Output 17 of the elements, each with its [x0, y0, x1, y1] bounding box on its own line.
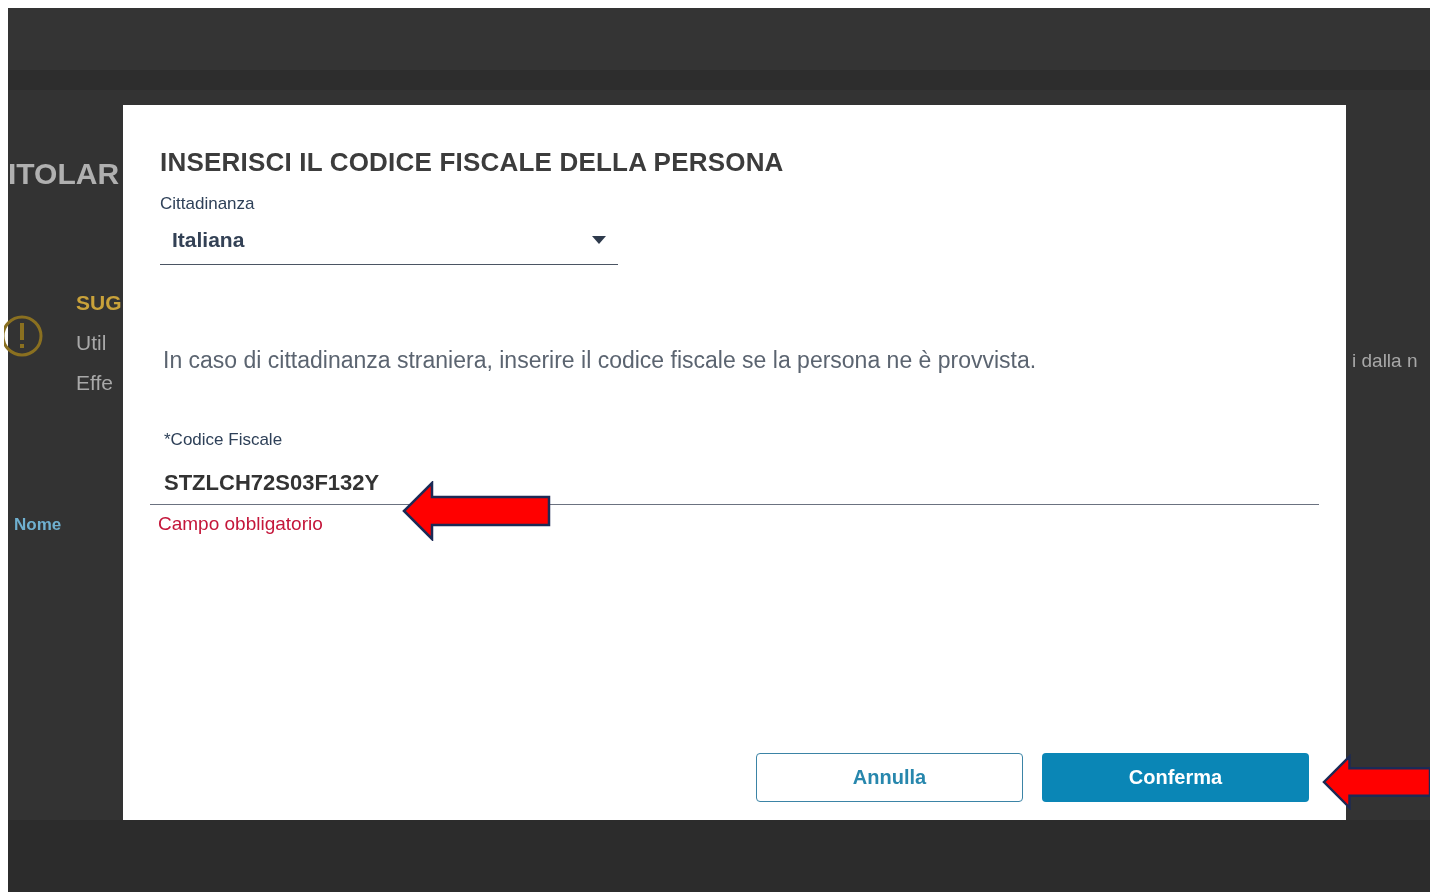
notice-text: Util	[76, 331, 108, 355]
notice-text: Effe	[76, 371, 114, 395]
notice-title: SUG	[76, 291, 122, 315]
error-message: Campo obbligatorio	[158, 513, 324, 535]
cancel-button[interactable]: Annulla	[756, 753, 1023, 802]
field-label: *Codice Fiscale	[164, 430, 284, 450]
citizenship-dropdown[interactable]: Italiana	[160, 214, 618, 265]
notice-text: i dalla n	[1352, 350, 1419, 372]
tax-code-field[interactable]: STZLCH72S03F132Y	[150, 462, 1319, 505]
column-header: Nome	[14, 515, 63, 535]
caret-icon	[592, 236, 606, 244]
confirm-button[interactable]: Conferma	[1042, 753, 1309, 802]
exclamation-icon	[4, 313, 44, 359]
field-label: Cittadinanza	[160, 194, 256, 214]
page-title: ITOLAR	[8, 157, 121, 191]
hint-text: In caso di cittadinanza straniera, inserire il codice fiscale se la persona ne è provvista.	[163, 347, 1038, 374]
dialog-title: INSERISCI IL CODICE FISCALE DELLA PERSONA	[160, 147, 785, 178]
